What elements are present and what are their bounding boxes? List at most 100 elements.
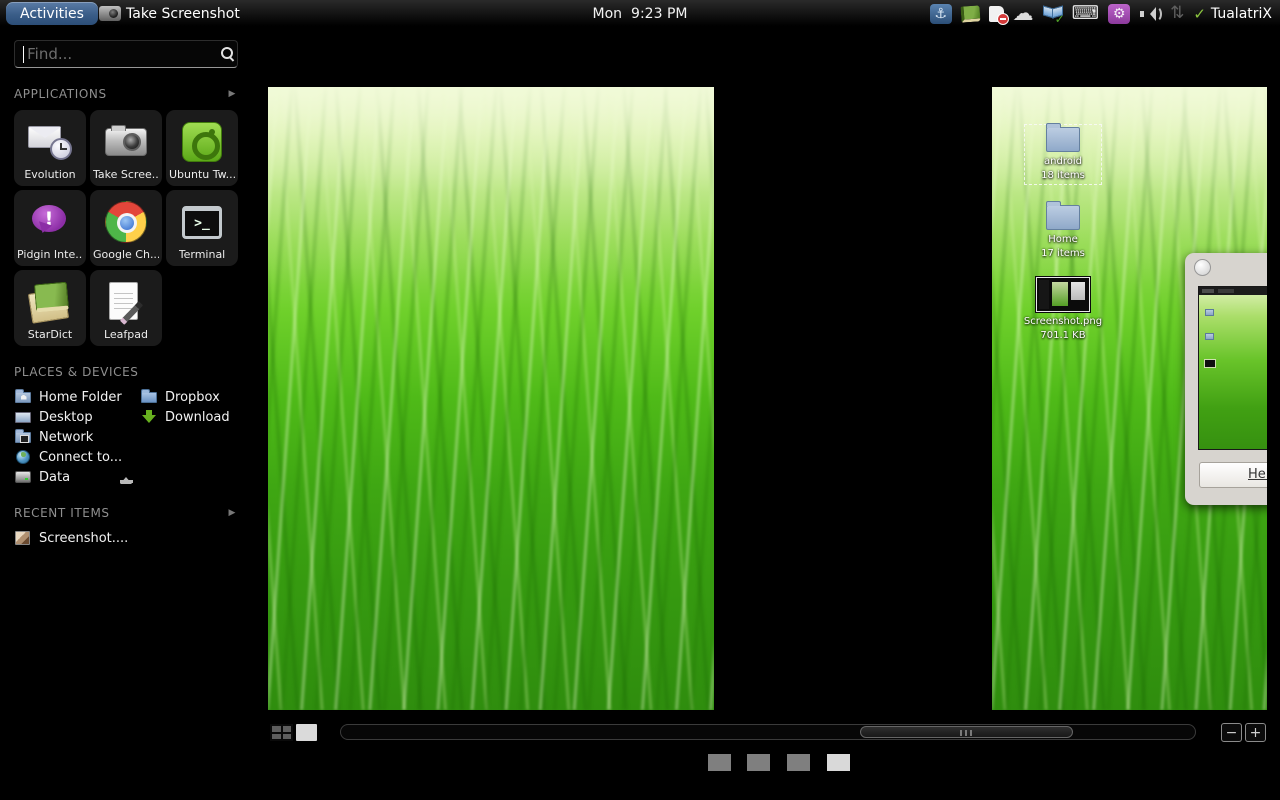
focused-app-menu[interactable]: Take Screenshot (99, 0, 240, 27)
place-label: Connect to... (39, 450, 122, 465)
place-connect-to[interactable]: Connect to... (14, 447, 140, 467)
clock[interactable]: Mon 9:23 PM (593, 0, 688, 27)
busy-badge-icon (997, 13, 1009, 25)
place-label: Dropbox (165, 390, 220, 405)
workspace-grid-view-button[interactable] (270, 724, 293, 741)
recent-item-screenshot[interactable]: Screenshot.... (14, 528, 238, 548)
app-tile-stardict[interactable]: StarDict (14, 270, 86, 346)
add-workspace-button[interactable]: + (1245, 723, 1266, 742)
app-tile-ubuntu-tweak[interactable]: Ubuntu Tw... (166, 110, 238, 186)
place-desktop[interactable]: Desktop (14, 407, 140, 427)
workspace-indicator-2[interactable] (747, 754, 770, 771)
camera-screenshot-icon (105, 128, 147, 156)
evolution-mail-icon (28, 124, 72, 160)
cloud-indicator-icon[interactable]: ☁ (1013, 3, 1034, 24)
take-screenshot-window[interactable]: Help (1185, 253, 1267, 505)
app-tile-leafpad[interactable]: Leafpad (90, 270, 162, 346)
dictionary-indicator-icon[interactable] (960, 5, 980, 22)
workspace-scrollbar[interactable] (340, 724, 1196, 740)
app-label: Terminal (179, 248, 226, 261)
recent-section-header: RECENT ITEMS ▶ (14, 506, 238, 520)
user-menu[interactable]: ✓ TualatriX (1193, 5, 1272, 23)
keyboard-input-indicator-icon[interactable]: ⌨ (1072, 4, 1099, 23)
workspace-scrollbar-thumb[interactable] (860, 726, 1073, 738)
workspace-indicator-1[interactable] (708, 754, 731, 771)
app-grid: Evolution Take Scree... Ubuntu Tw... ! P… (14, 110, 238, 346)
app-tile-evolution[interactable]: Evolution (14, 110, 86, 186)
applications-section-header: APPLICATIONS ▶ (14, 87, 238, 101)
volume-indicator-icon[interactable] (1139, 6, 1161, 22)
drive-icon (15, 471, 31, 483)
desktop-icon-screenshot: Screenshot.png 701.1 KB (1027, 277, 1099, 342)
place-network[interactable]: Network (14, 427, 140, 447)
place-dropbox[interactable]: Dropbox (140, 387, 238, 407)
dropbox-indicator-icon[interactable]: ✓ (1043, 4, 1063, 24)
app-label: Evolution (24, 168, 75, 181)
applications-header-label: APPLICATIONS (14, 87, 107, 101)
workspace-single-view-button[interactable] (296, 724, 317, 741)
recent-expand-icon[interactable]: ▶ (228, 508, 236, 518)
activities-button[interactable]: Activities (6, 2, 98, 25)
focused-app-name: Take Screenshot (126, 6, 240, 22)
search-input[interactable] (27, 45, 221, 63)
help-button[interactable]: Help (1199, 462, 1267, 488)
desktop-icon-android: android 18 items (1027, 127, 1099, 182)
recent-header-label: RECENT ITEMS (14, 506, 110, 520)
clock-day: Mon (593, 6, 623, 22)
desktop-icon-home: Home 17 items (1027, 205, 1099, 260)
place-home-folder[interactable]: Home Folder (14, 387, 140, 407)
places-header-label: PLACES & DEVICES (14, 365, 139, 379)
app-label: Pidgin Inte... (17, 248, 83, 261)
eject-button[interactable] (119, 471, 134, 483)
workspace-thumbnail-2[interactable]: android 18 items Home 17 items Screensho… (992, 87, 1267, 710)
folder-icon (1046, 127, 1080, 152)
app-label: StarDict (28, 328, 72, 341)
stardict-dictionary-icon (28, 282, 72, 322)
globe-icon (16, 450, 30, 464)
preview-folder-icon (1205, 309, 1214, 316)
place-label: Data (39, 470, 70, 485)
remove-workspace-button[interactable]: − (1221, 723, 1242, 742)
screenshot-image-icon (1036, 277, 1090, 312)
radio-button[interactable] (1194, 259, 1211, 276)
app-tile-terminal[interactable]: >_ Terminal (166, 190, 238, 266)
camera-icon (99, 6, 121, 21)
app-tile-take-screenshot[interactable]: Take Scree... (90, 110, 162, 186)
place-download[interactable]: Download (140, 407, 238, 427)
desktop-folder-icon (15, 412, 31, 423)
image-thumbnail-icon (15, 531, 30, 545)
folder-icon (1046, 205, 1080, 230)
applications-expand-icon[interactable]: ▶ (228, 89, 236, 99)
tweak-settings-indicator-icon[interactable]: ⚙ (1108, 4, 1130, 24)
workspace-thumbnail-1[interactable] (268, 87, 714, 710)
system-tray: ⚓ ☁ ✓ ⌨ ⚙ ⇅ ✓ TualatriX (930, 0, 1272, 27)
network-folder-icon (15, 432, 31, 443)
place-label: Download (165, 410, 230, 425)
workspace-indicator-4[interactable] (827, 754, 850, 771)
pidgin-chat-icon: ! (31, 205, 69, 239)
app-tile-pidgin[interactable]: ! Pidgin Inte... (14, 190, 86, 266)
sync-updown-indicator-icon[interactable]: ⇅ (1170, 5, 1184, 22)
recent-item-label: Screenshot.... (39, 531, 128, 546)
anchor-indicator-icon[interactable]: ⚓ (930, 4, 952, 24)
places-section-header: PLACES & DEVICES (14, 365, 238, 379)
preview-titlebar (1199, 287, 1267, 295)
download-arrow-icon (142, 410, 156, 424)
app-label: Leafpad (104, 328, 148, 341)
terminal-icon: >_ (182, 206, 222, 239)
app-label: Ubuntu Tw... (169, 168, 235, 181)
app-tile-chrome[interactable]: Google Ch... (90, 190, 162, 266)
search-box[interactable] (14, 40, 238, 68)
preview-image-icon (1204, 359, 1216, 368)
place-data[interactable]: Data (14, 467, 140, 487)
app-label: Take Scree... (93, 168, 159, 181)
place-label: Network (39, 430, 93, 445)
workspace-indicator-3[interactable] (787, 754, 810, 771)
preview-folder-icon (1205, 333, 1214, 340)
text-caret (23, 46, 24, 63)
app-label: Google Ch... (93, 248, 159, 261)
notes-busy-indicator-icon[interactable] (989, 6, 1004, 22)
screenshot-preview (1198, 286, 1267, 450)
ubuntu-tweak-icon (182, 122, 222, 162)
clock-time: 9:23 PM (631, 6, 687, 22)
